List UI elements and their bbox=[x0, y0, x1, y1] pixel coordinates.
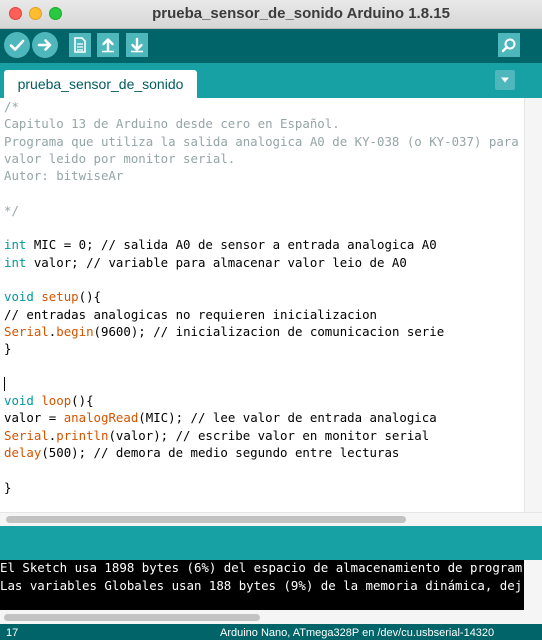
title-bar: prueba_sensor_de_sonido Arduino 1.8.15 bbox=[0, 0, 542, 29]
tab-menu-button[interactable] bbox=[495, 70, 515, 90]
new-sketch-button[interactable] bbox=[69, 33, 91, 57]
code-token: (){ bbox=[78, 289, 102, 305]
text-caret bbox=[4, 377, 5, 392]
code-text: /* Capitulo 13 de Arduino desde cero en E… bbox=[4, 98, 519, 496]
code-line: Autor: bitwiseAr bbox=[4, 167, 519, 184]
code-line: int MIC = 0; // salida A0 de sensor a en… bbox=[4, 236, 519, 253]
console-line: Las variables Globales usan 188 bytes (9… bbox=[0, 578, 523, 593]
chevron-down-icon bbox=[501, 77, 509, 83]
code-token: valor; // variable para almacenar valor … bbox=[26, 254, 407, 270]
code-token: Capitulo 13 de Arduino desde cero en Esp… bbox=[4, 116, 340, 132]
upload-button[interactable] bbox=[32, 32, 58, 58]
serial-monitor-button[interactable] bbox=[498, 33, 520, 57]
code-token: Programa que utiliza la salida analogica… bbox=[4, 133, 519, 149]
code-line: /* bbox=[4, 98, 519, 115]
document-icon bbox=[74, 37, 86, 53]
console-horizontal-scroll-thumb[interactable] bbox=[4, 614, 260, 621]
toolbar bbox=[0, 29, 542, 63]
code-line: void loop(){ bbox=[4, 392, 519, 409]
code-token: (valor); // escribe valor en monitor ser… bbox=[108, 427, 430, 443]
code-token: loop bbox=[41, 393, 72, 409]
code-token: */ bbox=[4, 202, 19, 218]
code-line: Serial.begin(9600); // inicializacion de… bbox=[4, 323, 519, 340]
code-line: } bbox=[4, 479, 519, 496]
code-token: analogRead bbox=[63, 410, 139, 426]
tab-bar: prueba_sensor_de_sonido bbox=[0, 63, 542, 98]
console-vertical-scrollbar[interactable] bbox=[524, 560, 542, 610]
save-button[interactable] bbox=[126, 33, 148, 57]
tab-sketch[interactable]: prueba_sensor_de_sonido bbox=[4, 70, 197, 98]
code-token: void bbox=[4, 393, 34, 409]
code-token: (9600); // inicializacion de comunicacio… bbox=[93, 323, 445, 339]
code-token: valor = bbox=[4, 410, 64, 426]
code-token: /* bbox=[4, 99, 19, 114]
code-token: valor leido por monitor serial. bbox=[4, 150, 236, 166]
console-divider[interactable] bbox=[0, 526, 542, 560]
check-icon bbox=[9, 39, 25, 51]
code-line: // entradas analogicas no requieren inic… bbox=[4, 306, 519, 323]
line-number: 17 bbox=[6, 627, 19, 639]
code-line: valor leido por monitor serial. bbox=[4, 150, 519, 167]
code-token: setup bbox=[41, 289, 79, 305]
editor-horizontal-scrollbar[interactable] bbox=[0, 512, 542, 526]
code-line: int valor; // variable para almacenar va… bbox=[4, 254, 519, 271]
code-line: */ bbox=[4, 202, 519, 219]
code-line: delay(500); // demora de medio segundo e… bbox=[4, 444, 519, 461]
code-token: int bbox=[4, 254, 27, 270]
code-token: println bbox=[56, 427, 109, 443]
code-line: valor = analogRead(MIC); // lee valor de… bbox=[4, 409, 519, 426]
code-token: int bbox=[4, 237, 27, 253]
arrow-down-icon bbox=[131, 37, 143, 53]
code-token: Serial bbox=[4, 323, 49, 339]
code-token: Autor: bitwiseAr bbox=[4, 168, 124, 184]
code-line: Capitulo 13 de Arduino desde cero en Esp… bbox=[4, 115, 519, 132]
code-token: begin bbox=[56, 323, 94, 339]
code-editor[interactable]: /* Capitulo 13 de Arduino desde cero en E… bbox=[0, 98, 524, 512]
code-token: (){ bbox=[71, 393, 94, 409]
code-line: } bbox=[4, 340, 519, 357]
console-line: El Sketch usa 1898 bytes (6%) del espaci… bbox=[0, 560, 523, 575]
code-token: MIC = 0; // salida A0 de sensor a entrad… bbox=[26, 237, 437, 253]
console-horizontal-scrollbar[interactable] bbox=[0, 610, 542, 624]
code-token: // entradas analogicas no requieren inic… bbox=[4, 306, 377, 322]
status-bar: 17 Arduino Nano, ATmega328P en /dev/cu.u… bbox=[0, 624, 542, 640]
code-token: void bbox=[4, 289, 34, 305]
code-token: (500); // demora de medio segundo entre … bbox=[41, 444, 400, 460]
code-token: (MIC); // lee valor de entrada analogica bbox=[138, 410, 437, 426]
code-token: Serial bbox=[4, 427, 49, 443]
board-info: Arduino Nano, ATmega328P en /dev/cu.usbs… bbox=[220, 627, 495, 639]
console-output: El Sketch usa 1898 bytes (6%) del espaci… bbox=[0, 560, 524, 610]
magnifier-icon bbox=[501, 38, 516, 53]
code-token: } bbox=[4, 479, 12, 495]
code-token: } bbox=[4, 341, 12, 357]
code-line: void setup(){ bbox=[4, 288, 519, 305]
code-line: Serial.println(valor); // escribe valor … bbox=[4, 427, 519, 444]
arrow-right-icon bbox=[37, 39, 52, 51]
editor-vertical-scrollbar[interactable] bbox=[524, 98, 542, 512]
editor-horizontal-scroll-thumb[interactable] bbox=[6, 516, 406, 523]
code-line bbox=[4, 375, 519, 392]
open-button[interactable] bbox=[97, 33, 119, 57]
code-token: delay bbox=[4, 444, 42, 460]
window-title: prueba_sensor_de_sonido Arduino 1.8.15 bbox=[152, 5, 450, 22]
arrow-up-icon bbox=[102, 38, 114, 53]
code-line: Programa que utiliza la salida analogica… bbox=[4, 133, 519, 150]
verify-button[interactable] bbox=[4, 32, 30, 58]
